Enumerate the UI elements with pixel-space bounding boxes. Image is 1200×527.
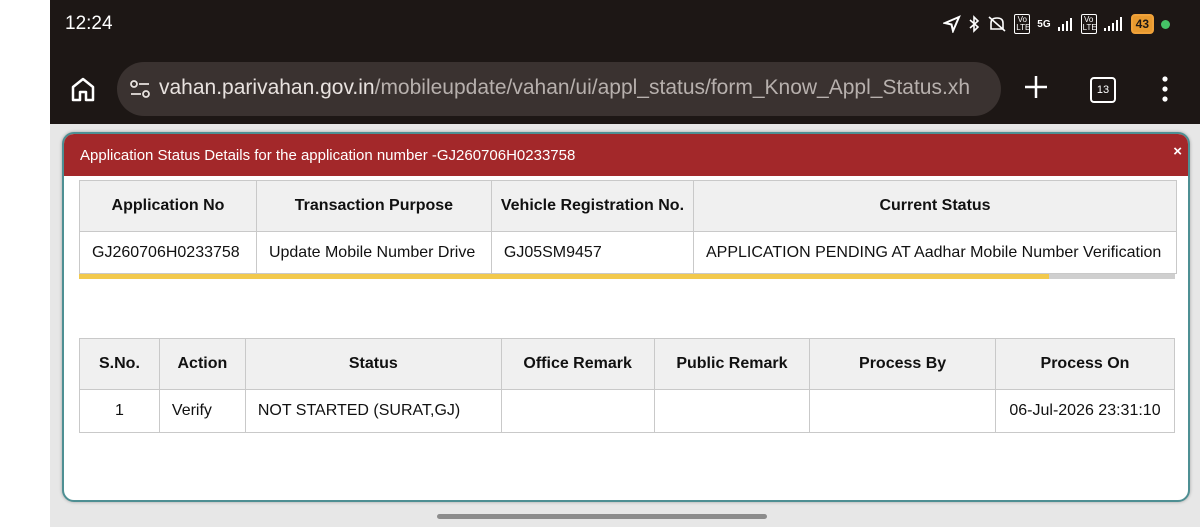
- new-tab-icon[interactable]: [1022, 73, 1050, 101]
- dialog-title: Application Status Details for the appli…: [80, 147, 576, 164]
- signal-icon-1: [1057, 18, 1072, 31]
- header-status: Status: [244, 338, 502, 390]
- signal-icon-2: [1103, 17, 1122, 31]
- clock: 12:24: [65, 13, 113, 34]
- privacy-dot-icon: [1161, 19, 1170, 29]
- dialog-header: Application Status Details for the appli…: [64, 134, 1188, 176]
- location-arrow-icon: [943, 15, 962, 33]
- url-text[interactable]: vahan.parivahan.gov.in/mobileupdate/vaha…: [159, 76, 970, 100]
- network-type: 5G: [1037, 18, 1051, 30]
- header-current-status: Current Status: [693, 180, 1177, 232]
- volte-badge-2: Vo LTE: [1080, 14, 1097, 34]
- current-status: APPLICATION PENDING AT Aadhar Mobile Num…: [693, 231, 1177, 274]
- process-on-cell: 06-Jul-2026 23:31:10: [994, 389, 1176, 433]
- application-details-table: Application No Transaction Purpose Vehic…: [79, 180, 1177, 274]
- header-process-on: Process On: [994, 338, 1176, 390]
- mute-icon: [988, 16, 1006, 32]
- status-history-table: S.No. Action Status Office Remark Public…: [79, 338, 1176, 433]
- system-icons: Vo LTE 5G Vo LTE 43: [943, 14, 1170, 34]
- header-public-remark: Public Remark: [653, 338, 811, 390]
- home-icon[interactable]: [68, 74, 98, 104]
- progress-fill: [79, 274, 1049, 279]
- battery-icon: 43: [1130, 14, 1154, 34]
- header-vehicle-registration: Vehicle Registration No.: [490, 180, 695, 232]
- gesture-handle[interactable]: [437, 514, 767, 519]
- transaction-purpose: Update Mobile Number Drive: [255, 231, 492, 274]
- header-action: Action: [158, 338, 246, 390]
- application-header-row: Application No Transaction Purpose Vehic…: [79, 180, 1177, 232]
- application-no: GJ260706H0233758: [79, 231, 257, 274]
- status-bar: 12:24 Vo LTE 5G Vo LTE 43: [50, 0, 1200, 50]
- table-row: 1 Verify NOT STARTED (SURAT,GJ) 06-Jul-2…: [79, 389, 1176, 433]
- header-office-remark: Office Remark: [500, 338, 655, 390]
- history-header-row: S.No. Action Status Office Remark Public…: [79, 338, 1176, 390]
- tab-switcher-button[interactable]: 13: [1090, 77, 1116, 103]
- process-by-cell: [809, 389, 996, 433]
- bluetooth-icon: [969, 15, 980, 33]
- close-icon[interactable]: ×: [1173, 143, 1182, 160]
- public-remark-cell: [653, 389, 811, 433]
- action-cell: Verify: [158, 389, 246, 433]
- sno-cell: 1: [79, 389, 160, 433]
- header-process-by: Process By: [809, 338, 996, 390]
- address-bar[interactable]: vahan.parivahan.gov.in/mobileupdate/vaha…: [117, 62, 1001, 116]
- table-row: GJ260706H0233758 Update Mobile Number Dr…: [79, 231, 1177, 274]
- browser-toolbar: vahan.parivahan.gov.in/mobileupdate/vaha…: [50, 50, 1200, 124]
- header-application-no: Application No: [79, 180, 257, 232]
- status-cell: NOT STARTED (SURAT,GJ): [244, 389, 502, 433]
- progress-bar: [79, 274, 1175, 279]
- application-status-dialog: Application Status Details for the appli…: [62, 132, 1190, 502]
- url-domain: vahan.parivahan.gov.in: [159, 76, 375, 99]
- header-sno: S.No.: [79, 338, 160, 390]
- site-settings-icon[interactable]: [129, 79, 151, 99]
- vehicle-registration-no: GJ05SM9457: [490, 231, 695, 274]
- overflow-menu-icon[interactable]: [1160, 75, 1170, 103]
- url-path: /mobileupdate/vahan/ui/appl_status/form_…: [374, 76, 970, 99]
- header-transaction-purpose: Transaction Purpose: [255, 180, 492, 232]
- volte-badge-1: Vo LTE: [1014, 14, 1031, 34]
- office-remark-cell: [500, 389, 655, 433]
- left-margin: [0, 0, 50, 527]
- phone-screen: 12:24 Vo LTE 5G Vo LTE 43 vahan.parivaha…: [50, 0, 1200, 527]
